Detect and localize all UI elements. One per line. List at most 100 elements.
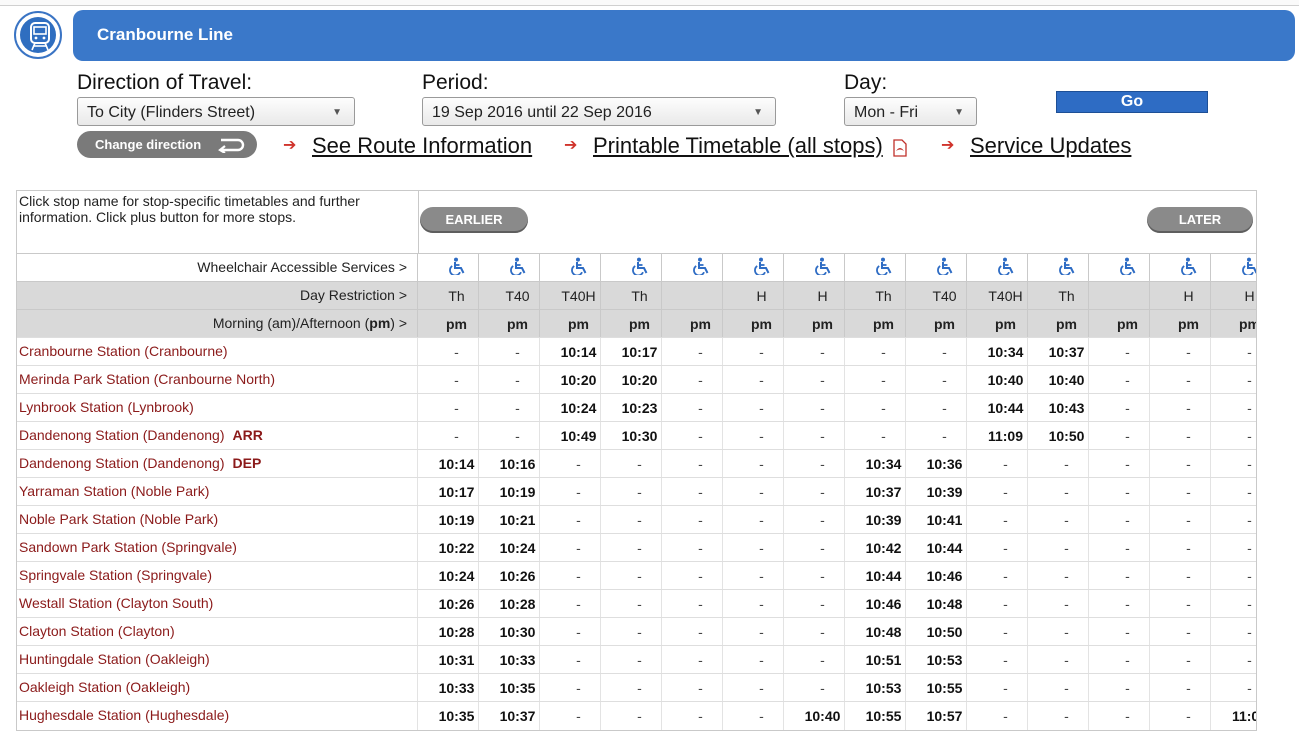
timetable-intro: Click stop name for stop-specific timeta… xyxy=(19,193,360,225)
column-divider xyxy=(1027,618,1028,646)
arrow-icon: ➔ xyxy=(564,137,578,154)
day-select[interactable]: Mon - Fri ▼ xyxy=(844,97,977,126)
column-divider xyxy=(1027,478,1028,506)
column-divider xyxy=(661,674,662,702)
column-divider xyxy=(417,618,418,646)
stop-name-link[interactable]: Dandenong Station (Dandenong) ARR xyxy=(19,427,263,443)
column-divider xyxy=(478,590,479,618)
line-header-bar: Cranbourne Line xyxy=(73,10,1295,61)
column-divider xyxy=(478,534,479,562)
column-divider xyxy=(661,394,662,422)
column-divider xyxy=(966,478,967,506)
column-divider xyxy=(1088,254,1089,282)
column-divider xyxy=(600,282,601,310)
table-row: Merinda Park Station (Cranbourne North) -… xyxy=(17,365,1256,394)
stop-name-link[interactable]: Merinda Park Station (Cranbourne North) xyxy=(19,371,275,387)
column-divider xyxy=(1149,366,1150,394)
route-info-link[interactable]: See Route Information xyxy=(312,133,532,159)
column-divider xyxy=(783,338,784,366)
column-divider xyxy=(1088,394,1089,422)
stop-name-link[interactable]: Westall Station (Clayton South) xyxy=(19,595,213,611)
column-divider xyxy=(844,534,845,562)
stop-name-link[interactable]: Sandown Park Station (Springvale) xyxy=(19,539,237,555)
column-divider xyxy=(1210,590,1211,618)
column-divider xyxy=(539,618,540,646)
earlier-button[interactable]: EARLIER xyxy=(420,207,528,233)
column-divider xyxy=(722,394,723,422)
column-divider xyxy=(1210,506,1211,534)
change-direction-button[interactable]: Change direction xyxy=(77,131,257,158)
column-divider xyxy=(478,646,479,674)
direction-select[interactable]: To City (Flinders Street) ▼ xyxy=(77,97,355,126)
column-divider xyxy=(905,478,906,506)
stop-name-link[interactable]: Dandenong Station (Dandenong) DEP xyxy=(19,455,261,471)
wheelchair-row-label: Wheelchair Accessible Services > xyxy=(197,259,407,275)
go-button[interactable]: Go xyxy=(1056,91,1208,113)
column-divider xyxy=(783,282,784,310)
column-divider xyxy=(783,618,784,646)
column-divider xyxy=(478,338,479,366)
column-divider xyxy=(722,534,723,562)
column-divider xyxy=(905,506,906,534)
column-divider xyxy=(600,562,601,590)
stop-name-link[interactable]: Hughesdale Station (Hughesdale) xyxy=(19,707,229,723)
column-divider xyxy=(722,702,723,730)
stop-name-link[interactable]: Noble Park Station (Noble Park) xyxy=(19,511,218,527)
column-divider xyxy=(1210,702,1211,730)
time-cell: - xyxy=(1247,456,1252,472)
column-divider xyxy=(1088,478,1089,506)
column-divider xyxy=(417,590,418,618)
stop-name-link[interactable]: Cranbourne Station (Cranbourne) xyxy=(19,343,228,359)
column-divider xyxy=(417,506,418,534)
column-divider xyxy=(783,394,784,422)
printable-timetable-link[interactable]: Printable Timetable (all stops) xyxy=(593,133,883,159)
stop-name-link[interactable]: Springvale Station (Springvale) xyxy=(19,567,212,583)
column-divider xyxy=(722,478,723,506)
column-divider xyxy=(1027,422,1028,450)
stop-name-link[interactable]: Lynbrook Station (Lynbrook) xyxy=(19,399,194,415)
service-updates-link[interactable]: Service Updates xyxy=(970,133,1131,159)
column-divider xyxy=(844,282,845,310)
column-divider xyxy=(478,450,479,478)
column-divider xyxy=(661,450,662,478)
column-divider xyxy=(966,450,967,478)
time-cell: - xyxy=(1247,652,1252,668)
column-divider xyxy=(1088,506,1089,534)
column-divider xyxy=(478,366,479,394)
column-divider xyxy=(1210,366,1211,394)
column-divider xyxy=(722,646,723,674)
stop-name-link[interactable]: Clayton Station (Clayton) xyxy=(19,623,175,639)
stop-tag: DEP xyxy=(232,455,262,471)
time-cell: - xyxy=(1247,428,1252,444)
stop-name-link[interactable]: Oakleigh Station (Oakleigh) xyxy=(19,679,190,695)
later-button[interactable]: LATER xyxy=(1147,207,1253,233)
column-divider xyxy=(478,506,479,534)
table-row: Dandenong Station (Dandenong) DEP 10:14 10:… xyxy=(17,449,1256,478)
column-divider xyxy=(783,674,784,702)
column-divider xyxy=(600,618,601,646)
stop-name: Cranbourne Station (Cranbourne) xyxy=(19,343,228,359)
column-divider xyxy=(539,450,540,478)
column-divider xyxy=(783,646,784,674)
column-divider xyxy=(539,646,540,674)
column-divider xyxy=(478,422,479,450)
column-divider xyxy=(722,310,723,338)
column-divider xyxy=(1027,394,1028,422)
table-row: Hughesdale Station (Hughesdale) 10:35 10:3… xyxy=(17,701,1256,730)
stop-name-link[interactable]: Yarraman Station (Noble Park) xyxy=(19,483,209,499)
column-divider xyxy=(661,338,662,366)
column-divider xyxy=(844,338,845,366)
column-divider xyxy=(905,618,906,646)
column-divider xyxy=(722,338,723,366)
stop-name-link[interactable]: Huntingdale Station (Oakleigh) xyxy=(19,651,210,667)
column-divider xyxy=(1027,450,1028,478)
column-divider xyxy=(661,534,662,562)
column-divider xyxy=(783,254,784,282)
stop-name: Sandown Park Station (Springvale) xyxy=(19,539,237,555)
column-divider xyxy=(1210,254,1211,282)
stop-name: Oakleigh Station (Oakleigh) xyxy=(19,679,191,695)
column-divider xyxy=(1149,534,1150,562)
column-divider xyxy=(966,254,967,282)
period-select[interactable]: 19 Sep 2016 until 22 Sep 2016 ▼ xyxy=(422,97,776,126)
column-divider xyxy=(1088,366,1089,394)
